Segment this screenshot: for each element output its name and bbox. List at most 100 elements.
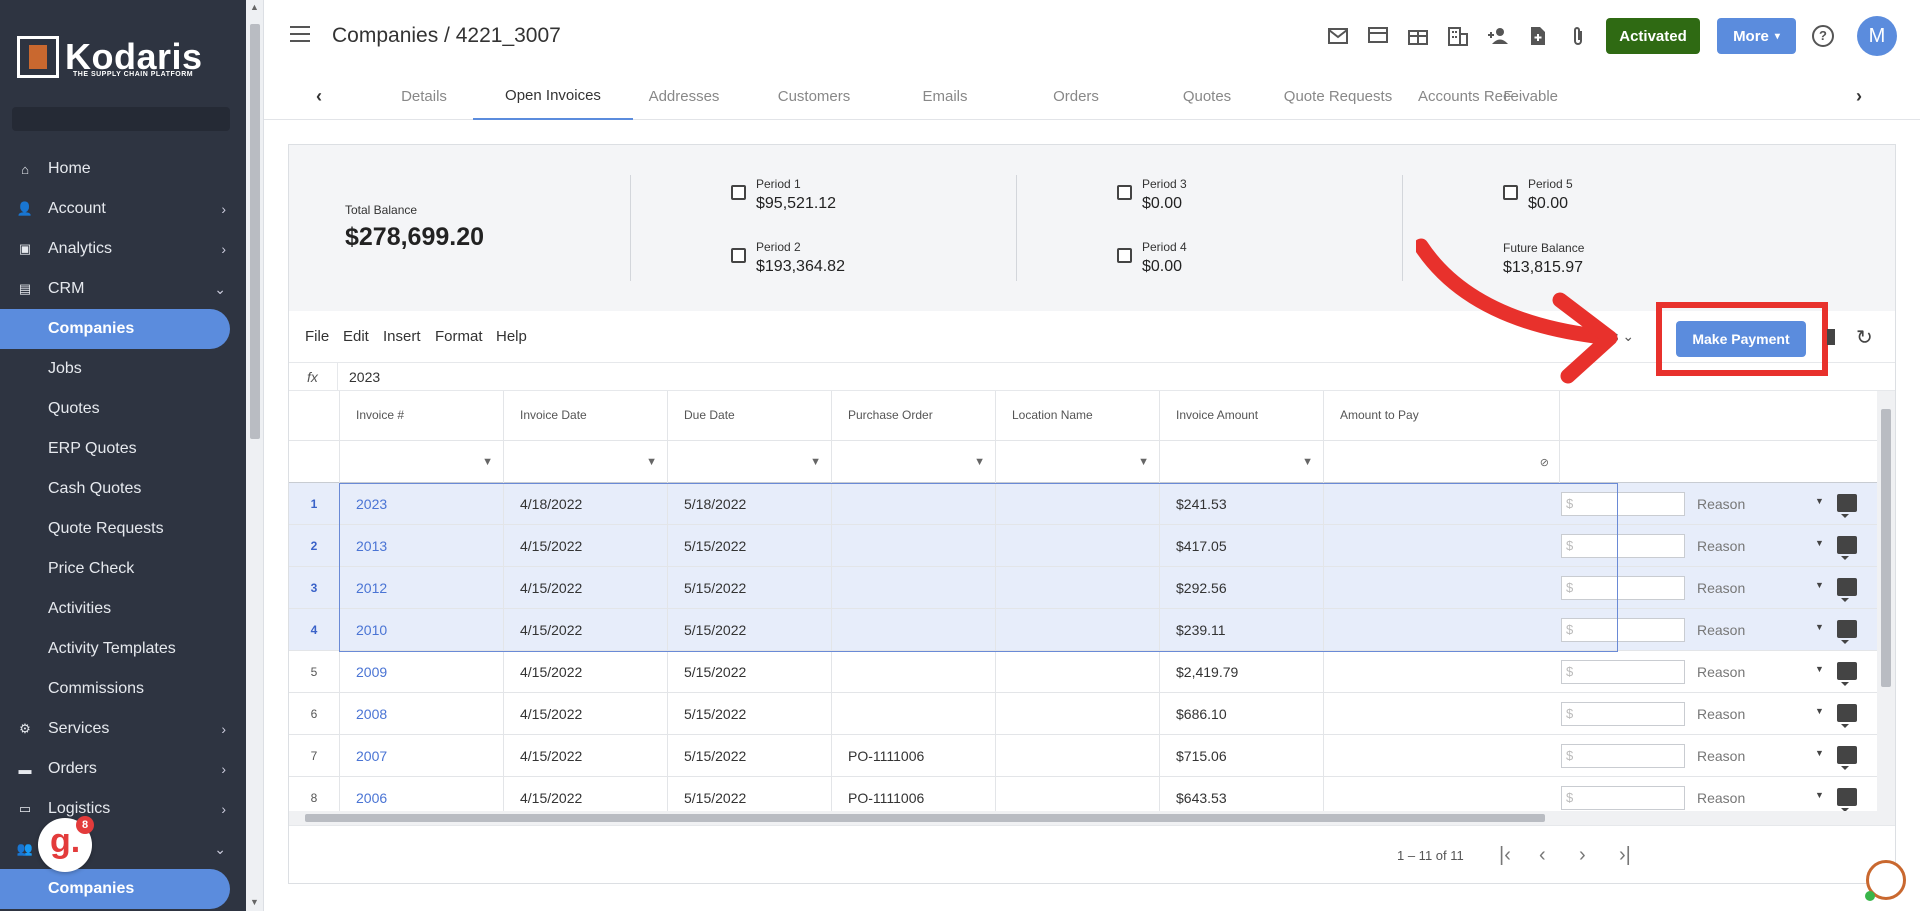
refresh-icon[interactable]: ↻ <box>1856 325 1873 350</box>
sidebar-item-jobs[interactable]: Jobs <box>0 349 230 389</box>
table-row[interactable]: 4 2010 4/15/2022 5/15/2022 $239.11 $ Reason ▼ <box>289 609 1895 651</box>
filters-dropdown[interactable]: ers ⌄ <box>1599 328 1634 345</box>
reason-select[interactable]: Reason <box>1697 622 1745 638</box>
invoice-link[interactable]: 2009 <box>339 651 503 693</box>
invoice-link[interactable]: 2008 <box>339 693 503 735</box>
reason-select[interactable]: Reason <box>1697 664 1745 680</box>
table-row[interactable]: 8 2006 4/15/2022 5/15/2022 PO-1111006 $643.53… <box>289 777 1895 811</box>
filter-cell[interactable]: ▼ <box>667 441 831 483</box>
next-page-icon[interactable]: › <box>1579 844 1586 867</box>
filter-icon[interactable]: ▼ <box>974 456 985 468</box>
grid-vertical-scrollbar[interactable] <box>1877 391 1895 811</box>
amount-to-pay-input[interactable]: $ <box>1561 786 1685 810</box>
column-header-amount-to-pay[interactable]: Amount to Pay <box>1323 391 1559 441</box>
dropdown-arrow-icon[interactable]: ▼ <box>1815 622 1824 632</box>
column-header-location-name[interactable]: Location Name <box>995 391 1159 441</box>
scroll-up-icon[interactable]: ▲ <box>250 2 259 12</box>
row-number[interactable]: 5 <box>289 651 339 693</box>
sidebar-item-account[interactable]: 👤 Account › <box>0 189 230 229</box>
dropdown-arrow-icon[interactable]: ▼ <box>1815 664 1824 674</box>
sidebar-item-companies[interactable]: Companies <box>0 309 230 349</box>
sidebar-scroll-thumb[interactable] <box>250 24 260 439</box>
menu-help[interactable]: Help <box>496 328 527 345</box>
filter-icon[interactable]: ▼ <box>1302 456 1313 468</box>
scroll-down-icon[interactable]: ▼ <box>250 897 259 907</box>
amount-to-pay-input[interactable]: $ <box>1561 576 1685 600</box>
tab-f[interactable]: F <box>1478 72 1538 120</box>
table-row[interactable]: 7 2007 4/15/2022 5/15/2022 PO-1111006 $715.06… <box>289 735 1895 777</box>
sidebar-item-commissions[interactable]: Commissions <box>0 669 230 709</box>
filter-icon[interactable]: ▼ <box>646 456 657 468</box>
kodaris-logo[interactable]: Kodaris THE SUPPLY CHAIN PLATFORM <box>17 36 203 78</box>
table-row[interactable]: 1 2023 4/18/2022 5/18/2022 $241.53 $ Reason ▼ <box>289 483 1895 525</box>
menu-icon[interactable] <box>290 26 310 42</box>
period-5[interactable]: Period 5 $0.00 <box>1503 177 1573 213</box>
invoice-link[interactable]: 2006 <box>339 777 503 811</box>
period-1[interactable]: Period 1 $95,521.12 <box>731 177 836 213</box>
dropdown-arrow-icon[interactable]: ▼ <box>1815 538 1824 548</box>
row-number[interactable]: 2 <box>289 525 339 567</box>
chevron-right-icon[interactable]: › <box>1856 86 1862 107</box>
reason-select[interactable]: Reason <box>1697 790 1745 806</box>
period-5-checkbox[interactable] <box>1503 185 1518 200</box>
sidebar-item-cash-quotes[interactable]: Cash Quotes <box>0 469 230 509</box>
filter-cell[interactable]: ⊘ <box>1323 441 1559 483</box>
comment-icon[interactable] <box>1837 494 1857 518</box>
filter-icon[interactable]: ▼ <box>482 456 493 468</box>
attachment-icon[interactable] <box>1558 22 1598 50</box>
invoice-link[interactable]: 2012 <box>339 567 503 609</box>
filter-off-icon[interactable]: ⊘ <box>1540 456 1549 469</box>
sidebar-item-erp-quotes[interactable]: ERP Quotes <box>0 429 230 469</box>
filter-cell[interactable]: ▼ <box>831 441 995 483</box>
period-3[interactable]: Period 3 $0.00 <box>1117 177 1187 213</box>
filter-icon[interactable]: ▼ <box>810 456 821 468</box>
filter-cell[interactable]: ▼ <box>1159 441 1323 483</box>
reason-select[interactable]: Reason <box>1697 706 1745 722</box>
sidebar-item-analytics[interactable]: ▣ Analytics › <box>0 229 230 269</box>
dropdown-arrow-icon[interactable]: ▼ <box>1815 790 1824 800</box>
chevron-left-icon[interactable]: ‹ <box>316 86 322 107</box>
filter-cell[interactable]: ▼ <box>339 441 503 483</box>
first-page-icon[interactable]: |‹ <box>1499 844 1511 867</box>
invoice-link[interactable]: 2010 <box>339 609 503 651</box>
avatar[interactable]: M <box>1857 16 1897 56</box>
invoice-link[interactable]: 2013 <box>339 525 503 567</box>
column-header-purchase-order[interactable]: Purchase Order <box>831 391 995 441</box>
comment-icon[interactable] <box>1837 536 1857 560</box>
sidebar-item-quotes[interactable]: Quotes <box>0 389 230 429</box>
reason-select[interactable]: Reason <box>1697 748 1745 764</box>
dropdown-arrow-icon[interactable]: ▼ <box>1815 580 1824 590</box>
sidebar-search-input[interactable] <box>12 107 230 131</box>
comment-icon[interactable] <box>1837 746 1857 770</box>
sidebar-item-orders[interactable]: ▬ Orders › <box>0 749 230 789</box>
dropdown-arrow-icon[interactable]: ▼ <box>1815 496 1824 506</box>
last-page-icon[interactable]: ›| <box>1619 844 1631 867</box>
row-number[interactable]: 1 <box>289 483 339 525</box>
buildings-icon[interactable] <box>1438 22 1478 50</box>
row-number[interactable]: 8 <box>289 777 339 811</box>
add-file-icon[interactable] <box>1518 22 1558 50</box>
reason-select[interactable]: Reason <box>1697 580 1745 596</box>
more-button[interactable]: More ▾ <box>1717 18 1796 54</box>
invoice-link[interactable]: 2007 <box>339 735 503 777</box>
menu-insert[interactable]: Insert <box>383 328 421 345</box>
invoice-link[interactable]: 2023 <box>339 483 503 525</box>
comment-icon[interactable] <box>1837 788 1857 811</box>
period-2[interactable]: Period 2 $193,364.82 <box>731 240 845 276</box>
sidebar-item-activity-templates[interactable]: Activity Templates <box>0 629 230 669</box>
menu-edit[interactable]: Edit <box>343 328 369 345</box>
sidebar-item-home[interactable]: ⌂ Home <box>0 149 230 189</box>
period-2-checkbox[interactable] <box>731 248 746 263</box>
table-row[interactable]: 6 2008 4/15/2022 5/15/2022 $686.10 $ Reason ▼ <box>289 693 1895 735</box>
row-number[interactable]: 6 <box>289 693 339 735</box>
column-header-invoice-date[interactable]: Invoice Date <box>503 391 667 441</box>
amount-to-pay-input[interactable]: $ <box>1561 534 1685 558</box>
previous-page-icon[interactable]: ‹ <box>1539 844 1546 867</box>
formula-input[interactable]: 2023 <box>349 369 380 385</box>
sidebar-item-crm[interactable]: ▤ CRM ⌄ <box>0 269 230 309</box>
mail-icon[interactable] <box>1318 22 1358 50</box>
chat-support-icon[interactable] <box>1865 860 1906 901</box>
period-3-checkbox[interactable] <box>1117 185 1132 200</box>
dropdown-arrow-icon[interactable]: ▼ <box>1815 748 1824 758</box>
sidebar-item-companies[interactable]: Companies <box>0 869 230 909</box>
